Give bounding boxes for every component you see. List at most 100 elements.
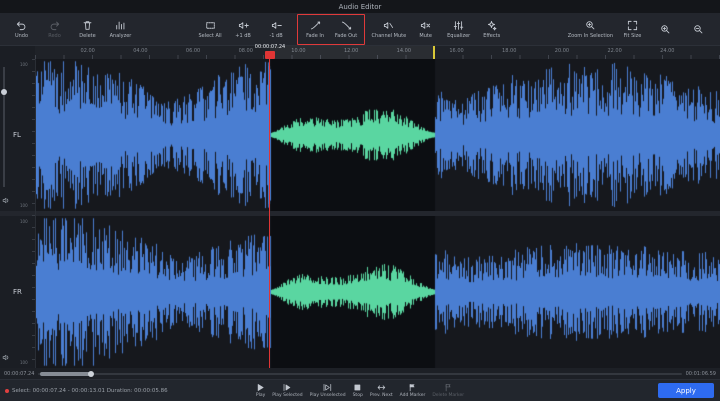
play-unselected-button[interactable]: Play Unselected bbox=[310, 383, 346, 398]
zoom-out-icon bbox=[693, 24, 704, 35]
play-unselected-icon bbox=[323, 383, 332, 392]
ruler-mark: 24.00 bbox=[660, 48, 674, 54]
speaker-icon-fr[interactable] bbox=[2, 353, 11, 362]
playhead-handle[interactable] bbox=[265, 51, 275, 59]
delete-marker-button[interactable]: Delete Marker bbox=[432, 383, 464, 398]
add-marker-button[interactable]: Add Marker bbox=[400, 383, 426, 398]
ruler-mark: 04.00 bbox=[133, 48, 147, 54]
ruler-mark: 08.00 bbox=[239, 48, 253, 54]
delete-button[interactable]: Delete bbox=[72, 15, 103, 44]
channel-fr[interactable] bbox=[36, 216, 720, 368]
prev-next-label: Prev. Next bbox=[370, 393, 393, 398]
fade-out-button[interactable]: Fade Out bbox=[331, 15, 362, 44]
fade-in-button[interactable]: Fade In bbox=[300, 15, 331, 44]
zoom-in-selection-button[interactable]: Zoom In Selection bbox=[566, 15, 615, 44]
zoom-in-selection-label: Zoom In Selection bbox=[568, 33, 613, 39]
play-selected-button[interactable]: Play Selected bbox=[272, 383, 302, 398]
fit-size-label: Fit Size bbox=[624, 33, 642, 39]
fade-in-label: Fade In bbox=[306, 33, 324, 39]
delete-label: Delete bbox=[79, 33, 95, 39]
play-label: Play bbox=[256, 393, 265, 398]
wave-area: 100 FL 100 100 FR 100 bbox=[0, 59, 720, 368]
ruler-mark: 20.00 bbox=[555, 48, 569, 54]
select-all-icon bbox=[205, 20, 216, 31]
channel-fl[interactable] bbox=[36, 59, 720, 211]
delete-marker-label: Delete Marker bbox=[432, 393, 464, 398]
scrollbar-handle[interactable] bbox=[40, 372, 92, 376]
waveform-canvas-fl[interactable] bbox=[36, 59, 720, 211]
stop-button[interactable]: Stop bbox=[353, 383, 363, 398]
redo-button[interactable]: Redo bbox=[39, 15, 70, 44]
prev-next-icon bbox=[377, 383, 386, 392]
channel-mute-button[interactable]: Channel Mute bbox=[370, 15, 409, 44]
effects-icon bbox=[486, 20, 497, 31]
play-selected-label: Play Selected bbox=[272, 393, 302, 398]
volume-up-button[interactable]: +1 dB bbox=[228, 15, 259, 44]
zoom-selection-icon bbox=[585, 20, 596, 31]
equalizer-button[interactable]: Equalizer bbox=[443, 15, 474, 44]
channel-mute-label: Channel Mute bbox=[372, 33, 407, 39]
toolbar: Undo Redo Delete Analyzer Select All +1 … bbox=[0, 13, 720, 46]
stop-label: Stop bbox=[353, 393, 363, 398]
analyzer-icon bbox=[115, 20, 126, 31]
total-time: 00:01:06.59 bbox=[686, 371, 716, 377]
scale-label-top: 100 bbox=[20, 62, 28, 67]
waveform-canvas-fr[interactable] bbox=[36, 216, 720, 368]
delete-marker-icon bbox=[444, 383, 453, 392]
current-time: 00:00:07.24 bbox=[4, 371, 34, 377]
prev-next-button[interactable]: Prev. Next bbox=[370, 383, 393, 398]
scale-label-top: 100 bbox=[20, 219, 28, 224]
gutter-channel-fl: 100 FL 100 bbox=[0, 59, 35, 211]
undo-button[interactable]: Undo bbox=[6, 15, 37, 44]
channel-label-fl: FL bbox=[13, 131, 21, 139]
redo-label: Redo bbox=[48, 33, 61, 39]
zoom-out-button[interactable] bbox=[683, 15, 714, 44]
fit-size-button[interactable]: Fit Size bbox=[617, 15, 648, 44]
ruler-mark: 18.00 bbox=[502, 48, 516, 54]
fade-out-icon bbox=[341, 20, 352, 31]
mute-button[interactable]: Mute bbox=[410, 15, 441, 44]
zoom-in-button[interactable] bbox=[650, 15, 681, 44]
play-button[interactable]: Play bbox=[256, 383, 265, 398]
play-selected-icon bbox=[283, 383, 292, 392]
ruler-mark: 22.00 bbox=[607, 48, 621, 54]
equalizer-label: Equalizer bbox=[447, 33, 470, 39]
fade-in-icon bbox=[310, 20, 321, 31]
horizontal-scrollbar[interactable] bbox=[38, 373, 681, 375]
speaker-icon-fl[interactable] bbox=[2, 196, 11, 205]
channel-gutter: 100 FL 100 100 FR 100 bbox=[0, 59, 36, 368]
title-bar: Audio Editor bbox=[0, 0, 720, 13]
scale-label-bottom: 100 bbox=[20, 203, 28, 208]
fade-out-label: Fade Out bbox=[335, 33, 357, 39]
undo-icon bbox=[16, 20, 27, 31]
mute-icon bbox=[420, 20, 431, 31]
zoom-in-icon bbox=[660, 24, 671, 35]
ruler-selection-highlight bbox=[270, 46, 434, 59]
volume-down-button[interactable]: -1 dB bbox=[261, 15, 292, 44]
analyzer-button[interactable]: Analyzer bbox=[105, 15, 136, 44]
scroll-row: 00:00:07.24 00:01:06.59 bbox=[0, 368, 720, 379]
volume-minus-icon bbox=[271, 20, 282, 31]
ruler-mark: 06.00 bbox=[186, 48, 200, 54]
gutter-channel-fr: 100 FR 100 bbox=[0, 216, 35, 368]
transport-controls: Play Play Selected Play Unselected Stop … bbox=[256, 380, 464, 401]
trash-icon bbox=[82, 20, 93, 31]
playhead-line bbox=[269, 51, 270, 368]
undo-label: Undo bbox=[15, 33, 28, 39]
apply-button[interactable]: Apply bbox=[658, 383, 714, 398]
effects-button[interactable]: Effects bbox=[476, 15, 507, 44]
volume-up-label: +1 dB bbox=[235, 33, 251, 39]
channel-label-fr: FR bbox=[13, 288, 22, 296]
channel-mute-icon bbox=[383, 20, 394, 31]
redo-icon bbox=[49, 20, 60, 31]
add-marker-icon bbox=[408, 383, 417, 392]
ruler-mark: 16.00 bbox=[449, 48, 463, 54]
channels bbox=[36, 59, 720, 368]
selection-end-marker[interactable] bbox=[433, 46, 435, 59]
bottom-bar: Select: 00:00:07.24 - 00:00:13.01 Durati… bbox=[0, 379, 720, 401]
apply-label: Apply bbox=[676, 387, 696, 395]
play-unselected-label: Play Unselected bbox=[310, 393, 346, 398]
volume-plus-icon bbox=[238, 20, 249, 31]
mute-label: Mute bbox=[419, 33, 432, 39]
select-all-button[interactable]: Select All bbox=[195, 15, 226, 44]
